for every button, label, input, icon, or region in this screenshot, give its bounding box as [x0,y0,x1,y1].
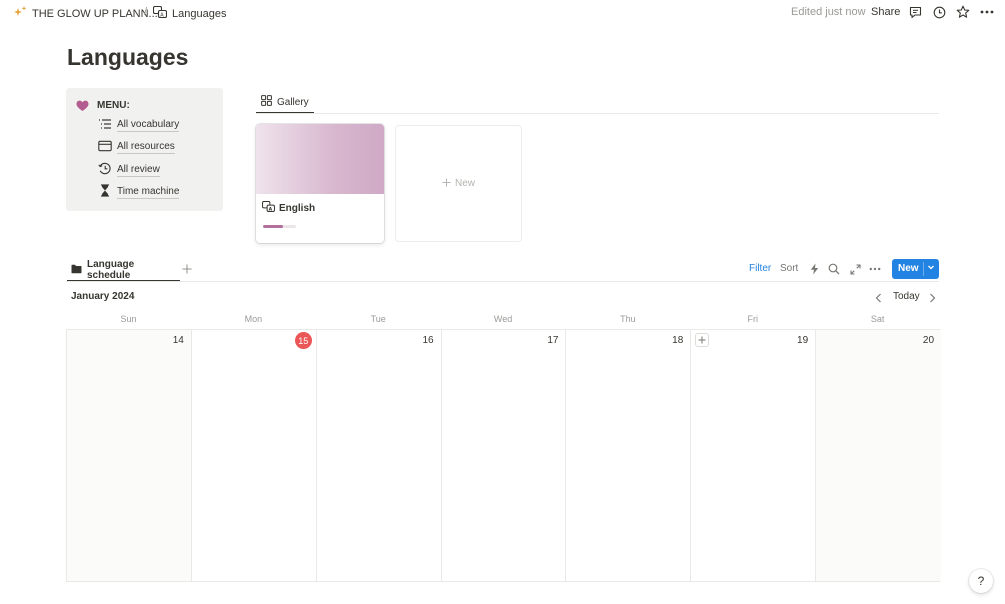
sort-button[interactable]: Sort [780,263,798,274]
card-icon [98,140,112,155]
calendar-divider [66,281,939,282]
calendar-day-cell[interactable]: 15 [192,330,317,581]
weekday-label: Wed [493,314,513,324]
today-date-badge: 15 [294,332,312,349]
day-number: 20 [922,335,935,346]
card-cover [256,124,384,194]
new-button-separator [923,262,924,276]
breadcrumb-workspace-label: THE GLOW UP PLANN... [32,8,158,20]
day-number: 18 [672,335,684,346]
menu-item-all-review[interactable]: All review [98,162,160,178]
expand-icon[interactable] [848,262,862,276]
sparkles-icon [14,6,27,22]
chevron-right-icon[interactable] [927,291,937,309]
share-button[interactable]: Share [871,6,900,18]
breadcrumb-workspace[interactable]: THE GLOW UP PLANN... [14,6,158,22]
tab-gallery[interactable]: Gallery [256,92,314,114]
menu-item-all-resources[interactable]: All resources [98,140,175,155]
lightning-icon[interactable] [807,262,821,276]
add-view-button[interactable] [182,262,192,277]
top-bar: THE GLOW UP PLANN... / A Languages Edite… [0,0,1005,26]
menu-item-label: All vocabulary [117,119,180,132]
filter-button[interactable]: Filter [749,263,771,274]
card-title-label: English [279,202,316,214]
more-icon[interactable] [979,4,995,20]
today-button[interactable]: Today [893,291,920,302]
folder-icon [71,264,82,277]
weekday-label: Sat [870,314,885,324]
weekday-label: Fri [747,314,759,324]
calendar-day-cell[interactable]: 16 [317,330,442,581]
day-number: 17 [547,335,559,346]
list-icon [98,118,112,133]
month-label: January 2024 [71,291,135,302]
gallery-new-card-button[interactable]: New [395,125,522,242]
weekday-label: Thu [620,314,636,324]
card-title: A English [262,200,316,215]
day-number: 16 [422,335,434,346]
menu-item-label: All resources [117,141,175,154]
calendar-day-cell[interactable]: 19 [691,330,817,581]
new-card-label: New [454,178,475,189]
breadcrumb-page-label: Languages [172,7,227,20]
comment-icon[interactable] [907,4,923,20]
hourglass-icon [98,184,112,200]
new-entry-button[interactable]: New [892,259,939,279]
chevron-left-icon[interactable] [874,291,884,309]
calendar-day-cell[interactable]: 18 [566,330,692,581]
svg-text:A: A [160,12,164,18]
card-progress-bar [263,225,296,228]
more-options-icon[interactable] [868,262,882,276]
calendar-day-cell[interactable]: 17 [442,330,567,581]
plus-icon [442,178,451,190]
page-title: Languages [67,44,189,70]
menu-callout: MENU: All vocabulary All resources All r… [66,88,223,211]
calendar-day-cell[interactable]: 14 [67,330,192,581]
history-clock-icon[interactable] [931,4,947,20]
calendar-day-cell[interactable]: 20 [816,330,942,581]
translate-icon: A [262,200,275,215]
calendar-grid: 14 15 16 17 18 19 20 [66,329,942,582]
menu-item-label: All review [117,163,160,177]
gallery-card-english[interactable]: A English [256,124,384,243]
svg-text:A: A [269,206,273,212]
edited-status: Edited just now [791,6,866,18]
menu-item-label: Time machine [117,185,180,199]
tab-gallery-label: Gallery [277,96,309,108]
card-progress-fill [263,225,283,228]
weekday-label: Sun [120,314,137,324]
tab-language-schedule-label: Language schedule [87,259,135,281]
heart-icon [76,99,89,117]
weekday-label: Tue [370,314,386,324]
tab-language-schedule[interactable]: Language schedule [67,259,180,282]
chevron-down-icon[interactable] [927,263,935,274]
new-entry-label: New [898,263,919,274]
translate-icon: A [152,5,168,21]
day-number: 14 [172,335,184,346]
grid-icon [261,95,272,109]
breadcrumb-separator: / [144,6,148,18]
breadcrumb-page[interactable]: A Languages [152,5,227,21]
star-icon[interactable] [955,4,971,20]
menu-item-time-machine[interactable]: Time machine [98,184,180,200]
search-icon[interactable] [827,262,841,276]
history-icon [98,162,112,178]
menu-title: MENU: [97,100,130,111]
add-event-button[interactable] [695,333,710,347]
help-button[interactable]: ? [969,569,993,593]
weekday-label: Mon [244,314,263,324]
plus-icon [698,336,706,344]
day-number: 19 [797,335,809,346]
menu-item-all-vocabulary[interactable]: All vocabulary [98,118,180,133]
gallery-divider [256,113,939,114]
